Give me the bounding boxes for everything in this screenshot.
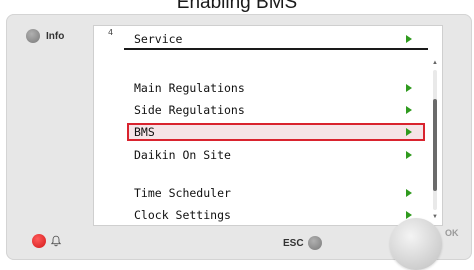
header-title: Service [134, 32, 183, 46]
chevron-right-icon [406, 106, 412, 114]
chevron-right-icon [406, 84, 412, 92]
menu-item-label: Clock Settings [134, 208, 231, 222]
menu-item-daikin-on-site[interactable]: Daikin On Site [128, 147, 424, 163]
info-indicator-icon [26, 29, 40, 43]
scroll-down-icon: ▼ [432, 214, 438, 220]
menu-item-bms[interactable]: BMS [127, 123, 425, 141]
menu-item-main-regulations[interactable]: Main Regulations [128, 80, 424, 96]
esc-indicator-icon [307, 236, 322, 250]
menu-item-time-scheduler[interactable]: Time Scheduler [128, 185, 424, 201]
alarm-button[interactable] [32, 234, 62, 248]
scroll-up-icon: ▲ [432, 60, 438, 66]
controller-panel: Info 4 Service Main Regulations Side Reg… [6, 14, 472, 270]
alarm-led-icon [32, 234, 46, 248]
menu-header[interactable]: Service [128, 31, 424, 47]
scroll-track [433, 70, 437, 210]
esc-label: ESC [283, 237, 304, 249]
menu-item-label: Time Scheduler [134, 186, 231, 200]
menu-item-label: Main Regulations [134, 81, 245, 95]
scroll-thumb[interactable] [433, 99, 437, 191]
ok-label: OK [445, 228, 459, 238]
info-button[interactable]: Info [26, 29, 64, 43]
chevron-right-icon [406, 128, 412, 136]
info-label: Info [46, 30, 65, 42]
menu-scrollbar[interactable]: ▲ ▼ [432, 60, 438, 220]
display-screen: 4 Service Main Regulations Side Regulati… [93, 25, 443, 226]
esc-button[interactable]: ESC [283, 236, 322, 250]
header-arrow-icon [406, 35, 412, 43]
header-divider [124, 48, 428, 50]
caption-text: Enabling BMS [176, 0, 298, 13]
chevron-right-icon [406, 151, 412, 159]
menu-item-side-regulations[interactable]: Side Regulations [128, 102, 424, 118]
bell-icon [50, 235, 62, 247]
menu-item-clock-settings[interactable]: Clock Settings [128, 207, 424, 223]
ok-knob[interactable] [390, 218, 442, 270]
chevron-right-icon [406, 189, 412, 197]
menu-item-label: BMS [134, 125, 155, 139]
menu-item-label: Daikin On Site [134, 148, 231, 162]
page-number: 4 [108, 28, 114, 37]
menu-item-label: Side Regulations [134, 103, 245, 117]
